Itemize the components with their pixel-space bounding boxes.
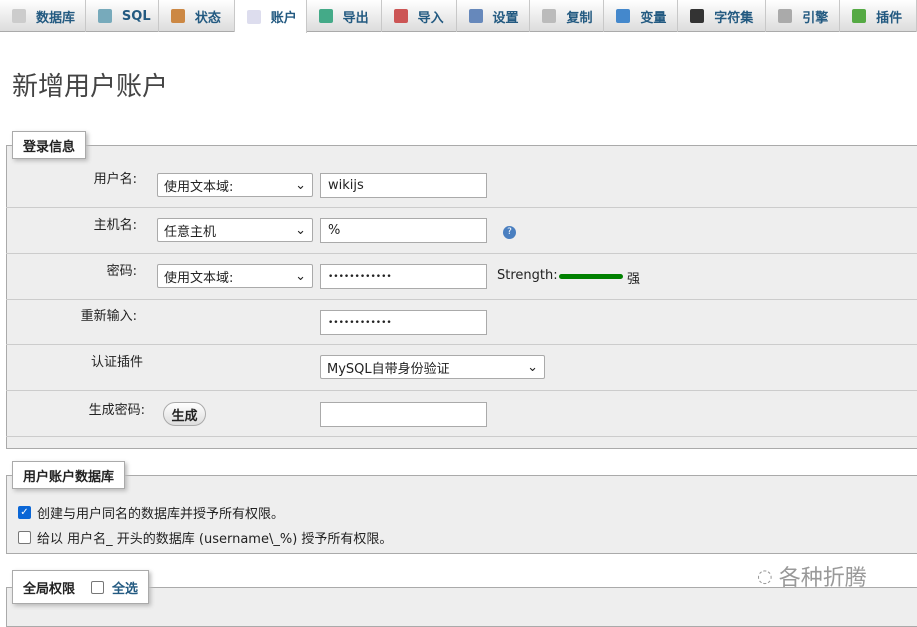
wrench-icon: [468, 9, 483, 23]
select-value: 任意主机: [164, 224, 217, 240]
username-label: 用户名:: [93, 172, 137, 187]
chevron-down-icon: ⌄: [295, 177, 306, 193]
top-nav-tabs: 数据库 SQL 状态 账户 导出 导入 设置 复制 变量 字符集 引擎 插件: [0, 0, 917, 33]
host-row: 主机名: 任意主机 ⌄ % ?: [6, 208, 917, 254]
password-type-select[interactable]: 使用文本域: ⌄: [157, 264, 313, 288]
legend-text: 登录信息: [23, 139, 76, 155]
host-input[interactable]: %: [320, 218, 487, 243]
chevron-down-icon: ⌄: [295, 268, 306, 284]
page-title: 新增用户账户: [12, 72, 169, 102]
generate-button[interactable]: 生成: [163, 402, 206, 426]
tab-1[interactable]: SQL: [86, 0, 159, 32]
charset-icon: [690, 9, 705, 23]
retype-label: 重新输入:: [80, 309, 137, 324]
auth-plugin-label: 认证插件: [90, 355, 143, 370]
tab-7[interactable]: 复制: [530, 0, 605, 32]
tab-4[interactable]: 导出: [307, 0, 382, 32]
select-value: MySQL自带身份验证: [327, 361, 450, 377]
chevron-down-icon: ⌄: [295, 222, 306, 238]
chevron-down-icon: ⌄: [527, 359, 538, 375]
watermark-text: 各种折腾: [778, 566, 867, 591]
login-info-legend: 登录信息: [12, 131, 87, 159]
engine-icon: [778, 9, 793, 23]
tab-label: 变量: [640, 10, 667, 26]
tab-label: 插件: [876, 10, 903, 26]
password-label: 密码:: [106, 264, 137, 279]
generated-password-input[interactable]: [320, 402, 487, 427]
select-all-checkbox[interactable]: [91, 580, 105, 594]
tab-label: 引擎: [802, 10, 829, 26]
help-icon[interactable]: ?: [503, 226, 516, 239]
option-label: 给以 用户名_ 开头的数据库 (username\_%) 授予所有权限。: [37, 532, 393, 547]
global-privileges-legend: 全局权限 全选: [12, 570, 150, 604]
create-db-checkbox[interactable]: ✓: [18, 506, 31, 519]
legend-text: 全局权限: [23, 581, 76, 597]
tab-label: 状态: [194, 10, 221, 26]
host-type-select[interactable]: 任意主机 ⌄: [157, 218, 313, 242]
auth-plugin-row: 认证插件 MySQL自带身份验证 ⌄: [6, 345, 917, 391]
tab-8[interactable]: 变量: [604, 0, 679, 32]
tab-label: 设置: [492, 10, 519, 26]
tab-6[interactable]: 设置: [457, 0, 531, 32]
input-value: %: [328, 223, 341, 238]
option-label: 创建与用户同名的数据库并授予所有权限。: [37, 507, 285, 522]
username-row: 用户名: 使用文本域: ⌄ wikijs: [6, 162, 917, 208]
wildcard-db-option[interactable]: 给以 用户名_ 开头的数据库 (username\_%) 授予所有权限。: [18, 528, 392, 547]
tab-label: 导入: [417, 10, 444, 26]
tab-label: 字符集: [714, 10, 754, 26]
username-type-select[interactable]: 使用文本域: ⌄: [157, 173, 313, 197]
generate-password-row: 生成密码: 生成: [6, 391, 917, 437]
input-value: wikijs: [328, 178, 364, 193]
user-database-legend: 用户账户数据库: [12, 461, 126, 489]
tab-label: 账户: [270, 11, 297, 26]
export-icon: [318, 9, 333, 23]
strength-label: Strength:: [497, 268, 558, 283]
select-value: 使用文本域:: [164, 179, 234, 195]
variables-icon: [616, 9, 631, 23]
tab-3[interactable]: 账户: [234, 0, 307, 33]
username-input[interactable]: wikijs: [320, 173, 487, 198]
input-value: ••••••••••••: [328, 317, 392, 328]
plugin-icon: [852, 9, 867, 23]
sql-icon: [97, 9, 112, 23]
database-icon: [12, 9, 26, 23]
auth-plugin-select[interactable]: MySQL自带身份验证 ⌄: [320, 355, 545, 379]
wildcard-db-checkbox[interactable]: [18, 531, 31, 544]
select-all-option[interactable]: 全选: [91, 578, 138, 597]
watermark: ◌ 各种折腾: [757, 560, 867, 592]
tab-2[interactable]: 状态: [159, 0, 235, 32]
retype-input[interactable]: ••••••••••••: [320, 310, 487, 335]
generate-password-label: 生成密码:: [88, 403, 145, 418]
tab-label: 复制: [566, 10, 593, 26]
select-value: 使用文本域:: [164, 270, 234, 286]
tab-9[interactable]: 字符集: [678, 0, 767, 32]
select-all-label: 全选: [112, 581, 139, 597]
accounts-icon: [246, 9, 261, 24]
wechat-icon: ◌: [757, 565, 773, 587]
tab-10[interactable]: 引擎: [766, 0, 841, 32]
tab-0[interactable]: 数据库: [0, 0, 86, 32]
import-icon: [393, 9, 408, 23]
strength-text: 强: [627, 272, 641, 287]
host-label: 主机名:: [93, 218, 137, 233]
password-row: 密码: 使用文本域: ⌄ •••••••••••• Strength: 强: [6, 254, 917, 300]
strength-meter: [559, 274, 623, 279]
legend-text: 用户账户数据库: [23, 469, 115, 485]
tab-11[interactable]: 插件: [840, 0, 917, 32]
create-db-option[interactable]: ✓ 创建与用户同名的数据库并授予所有权限。: [18, 503, 284, 522]
strength-fill: [559, 274, 623, 279]
replication-icon: [542, 9, 557, 23]
tab-label: 数据库: [36, 10, 76, 26]
tab-label: 导出: [342, 10, 369, 26]
password-input[interactable]: ••••••••••••: [320, 264, 487, 289]
status-icon: [170, 9, 185, 23]
tab-label: SQL: [121, 8, 151, 24]
tab-5[interactable]: 导入: [382, 0, 457, 32]
retype-row: 重新输入: ••••••••••••: [6, 299, 917, 345]
input-value: ••••••••••••: [328, 271, 392, 282]
